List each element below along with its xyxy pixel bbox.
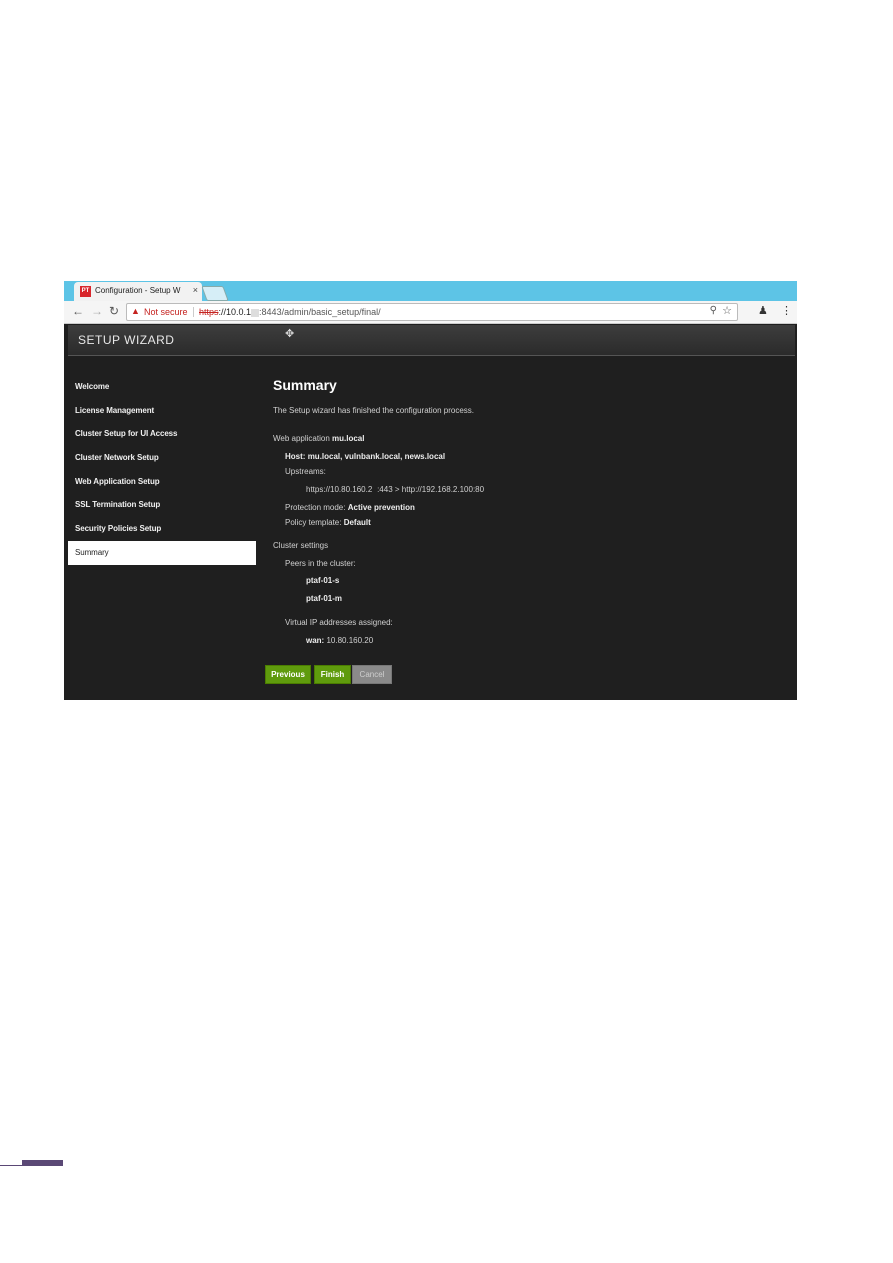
protection-line: Protection mode: Active prevention [285,503,415,512]
cluster-settings-label: Cluster settings [273,541,329,550]
peers-label: Peers in the cluster: [285,559,356,568]
star-icon[interactable]: ☆ [722,304,732,317]
reload-icon[interactable]: ↻ [109,304,119,318]
sidebar-item-cluster-ui[interactable]: Cluster Setup for UI Access [68,422,256,446]
footer-accent [22,1160,63,1166]
host-line: Host: mu.local, vulnbank.local, news.loc… [285,452,446,461]
menu-icon[interactable]: ⋮ [781,304,792,317]
address-bar-row: ← → ↻ ▲ Not secure https://10.0.1:8443/a… [64,301,797,324]
sidebar-item-security[interactable]: Security Policies Setup [68,517,256,541]
cancel-button[interactable]: Cancel [352,665,392,684]
policy-line: Policy template: Default [285,518,371,527]
sidebar-item-welcome[interactable]: Welcome [68,375,256,399]
browser-tab[interactable]: PT Configuration - Setup W × [74,282,202,301]
sidebar-item-web-app[interactable]: Web Application Setup [68,470,256,494]
warning-icon: ▲ [131,306,140,316]
browser-window: PT Configuration - Setup W × ← → ↻ ▲ Not… [64,281,797,700]
url-text: https://10.0.1:8443/admin/basic_setup/fi… [199,307,381,317]
not-secure-label[interactable]: Not secure [144,307,188,317]
move-cursor-icon: ✥ [285,328,295,340]
vip-line: wan: 10.80.160.20 [306,636,374,645]
tab-bar: PT Configuration - Setup W × [64,281,797,301]
sidebar: Welcome License Management Cluster Setup… [68,375,256,565]
url-input[interactable]: ▲ Not secure https://10.0.1:8443/admin/b… [126,303,738,321]
summary-heading: Summary [273,377,337,393]
sidebar-item-license[interactable]: License Management [68,399,256,423]
divider [193,307,194,317]
finish-button[interactable]: Finish [314,665,351,684]
extension-icon[interactable]: ♟ [758,304,768,317]
vip-label: Virtual IP addresses assigned: [285,618,393,627]
tab-close-icon[interactable]: × [193,285,198,295]
peer-item: ptaf-01-s [306,576,340,585]
favicon-icon: PT [80,286,91,297]
zoom-icon[interactable]: ⚲ [710,305,717,316]
sidebar-item-summary[interactable]: Summary [68,540,256,565]
upstreams-label: Upstreams: [285,467,326,476]
sidebar-item-cluster-network[interactable]: Cluster Network Setup [68,446,256,470]
tab-title: Configuration - Setup W [95,286,181,295]
wizard-header: SETUP WIZARD ✥ [68,325,795,356]
back-icon[interactable]: ← [72,304,84,318]
page-title: SETUP WIZARD [78,333,175,347]
intro-text: The Setup wizard has finished the config… [273,406,475,415]
footer-rule [0,1165,22,1166]
previous-button[interactable]: Previous [265,665,311,684]
peer-item: ptaf-01-m [306,594,343,603]
new-tab-button[interactable] [201,286,229,301]
sidebar-item-ssl[interactable]: SSL Termination Setup [68,493,256,517]
webapp-line: Web application mu.local [273,434,365,443]
upstream-value: https://10.80.160.2 :443 > http://192.16… [306,485,485,494]
forward-icon[interactable]: → [91,304,103,318]
